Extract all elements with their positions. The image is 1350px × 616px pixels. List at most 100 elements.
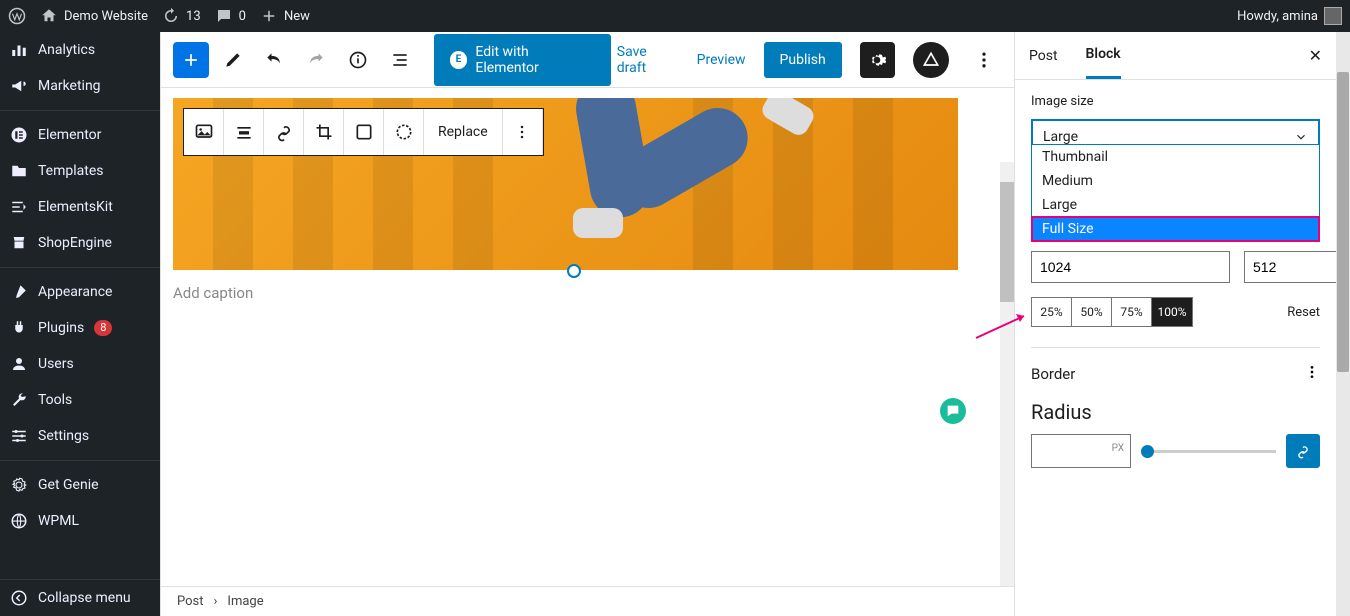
crop-button[interactable] (304, 109, 344, 155)
comments-link[interactable]: 0 (215, 7, 246, 25)
option-medium[interactable]: Medium (1032, 169, 1319, 193)
sidebar-item-elementskit[interactable]: ElementsKit (0, 189, 160, 225)
gear-icon (10, 476, 28, 494)
sidebar-item-label: Analytics (38, 42, 95, 58)
sidebar-item-label: Users (38, 356, 74, 372)
editor-topbar: EEdit with Elementor Save draft Preview … (161, 32, 1014, 88)
new-link[interactable]: New (260, 7, 310, 25)
duotone-button[interactable] (384, 109, 424, 155)
scale-buttons: 25% 50% 75% 100% (1031, 297, 1193, 327)
breadcrumb-root[interactable]: Post (177, 594, 204, 609)
site-link[interactable]: Demo Website (40, 7, 148, 25)
brush-icon (10, 283, 28, 301)
folder-icon (10, 162, 28, 180)
undo-button[interactable] (257, 42, 293, 78)
comments-count: 0 (239, 9, 246, 24)
settings-panel: Post Block ✕ Image size Large Thumbnail … (1014, 32, 1336, 616)
close-icon[interactable]: ✕ (1309, 46, 1322, 65)
option-full-size[interactable]: Full Size (1032, 217, 1319, 241)
sidebar-item-label: Settings (38, 428, 89, 444)
overlay-text-button[interactable] (344, 109, 384, 155)
height-input[interactable] (1244, 251, 1350, 283)
sidebar-item-label: Tools (38, 392, 72, 408)
link-sides-button[interactable] (1286, 434, 1320, 468)
info-button[interactable] (340, 42, 376, 78)
sidebar-item-users[interactable]: Users (0, 346, 160, 382)
publish-button[interactable]: Publish (764, 42, 842, 78)
outline-button[interactable] (382, 42, 418, 78)
window-scrollbar[interactable] (1336, 32, 1350, 616)
slider-thumb[interactable] (1141, 445, 1154, 458)
sidebar-item-templates[interactable]: Templates (0, 153, 160, 189)
caption-input[interactable]: Add caption (173, 284, 1002, 302)
tab-block[interactable]: Block (1086, 32, 1121, 79)
collapse-menu[interactable]: Collapse menu (0, 579, 160, 616)
sidebar-item-label: Plugins (38, 320, 84, 336)
select-value: Large (1043, 129, 1078, 145)
sidebar-item-label: Get Genie (38, 477, 99, 493)
updates-link[interactable]: 13 (162, 7, 201, 25)
breadcrumb-leaf[interactable]: Image (227, 594, 263, 609)
chevron-down-icon (1294, 130, 1308, 144)
sidebar-item-shopengine[interactable]: ShopEngine (0, 225, 160, 261)
radius-label: Radius (1031, 400, 1320, 424)
sidebar-item-marketing[interactable]: Marketing (0, 68, 160, 104)
option-large[interactable]: Large (1032, 193, 1319, 217)
user-icon (10, 355, 28, 373)
link-button[interactable] (264, 109, 304, 155)
replace-button[interactable]: Replace (424, 109, 503, 155)
settings-button[interactable] (860, 42, 895, 78)
chat-fab[interactable] (940, 398, 966, 424)
block-type-button[interactable] (184, 109, 224, 155)
scale-100[interactable]: 100% (1152, 298, 1192, 326)
wrench-icon (10, 391, 28, 409)
annotation-arrow (974, 310, 1034, 344)
resize-handle[interactable] (567, 264, 581, 278)
sidebar-item-getgenie[interactable]: Get Genie (0, 467, 160, 503)
howdy-link[interactable]: Howdy, amina (1237, 7, 1342, 25)
elementor-icon (10, 126, 28, 144)
sidebar-item-settings[interactable]: Settings (0, 418, 160, 454)
sidebar-item-label: Elementor (38, 127, 101, 143)
sliders-icon (10, 427, 28, 445)
canvas-scrollbar[interactable] (1000, 162, 1014, 586)
align-button[interactable] (224, 109, 264, 155)
sidebar-item-analytics[interactable]: Analytics (0, 32, 160, 68)
edit-with-elementor-button[interactable]: EEdit with Elementor (434, 34, 611, 86)
updates-count: 13 (186, 9, 201, 24)
plugins-badge: 8 (94, 320, 112, 336)
admin-sidebar: Analytics Marketing Elementor Templates … (0, 32, 160, 616)
block-more-button[interactable] (503, 109, 543, 155)
save-draft-link[interactable]: Save draft (617, 44, 679, 76)
add-block-button[interactable] (173, 42, 209, 78)
sidebar-item-appearance[interactable]: Appearance (0, 274, 160, 310)
sidebar-item-label: ShopEngine (38, 235, 112, 251)
sidebar-item-wpml[interactable]: WPML (0, 503, 160, 539)
plug-icon (10, 319, 28, 337)
scale-75[interactable]: 75% (1112, 298, 1152, 326)
site-title: Demo Website (64, 9, 148, 24)
elementor-logo-icon: E (450, 51, 468, 69)
redo-button[interactable] (298, 42, 334, 78)
image-block[interactable]: Replace (173, 98, 1002, 270)
sidebar-item-tools[interactable]: Tools (0, 382, 160, 418)
extra-button[interactable] (913, 42, 948, 78)
reset-link[interactable]: Reset (1287, 305, 1320, 320)
option-thumbnail[interactable]: Thumbnail (1032, 145, 1319, 169)
chevron-right-icon: › (214, 594, 218, 609)
sidebar-item-elementor[interactable]: Elementor (0, 117, 160, 153)
border-more-icon[interactable] (1304, 364, 1320, 384)
sidebar-item-plugins[interactable]: Plugins 8 (0, 310, 160, 346)
more-options-button[interactable] (967, 42, 1002, 78)
wp-logo[interactable] (8, 7, 26, 25)
sidebar-item-label: Marketing (38, 78, 101, 94)
edit-tool-button[interactable] (215, 42, 251, 78)
preview-link[interactable]: Preview (697, 52, 746, 68)
scale-50[interactable]: 50% (1072, 298, 1112, 326)
tab-post[interactable]: Post (1029, 34, 1058, 78)
sidebar-item-label: Templates (38, 163, 104, 179)
width-input[interactable] (1031, 251, 1230, 283)
radius-input[interactable]: PX (1031, 434, 1131, 468)
scale-25[interactable]: 25% (1032, 298, 1072, 326)
radius-slider[interactable] (1141, 450, 1276, 453)
